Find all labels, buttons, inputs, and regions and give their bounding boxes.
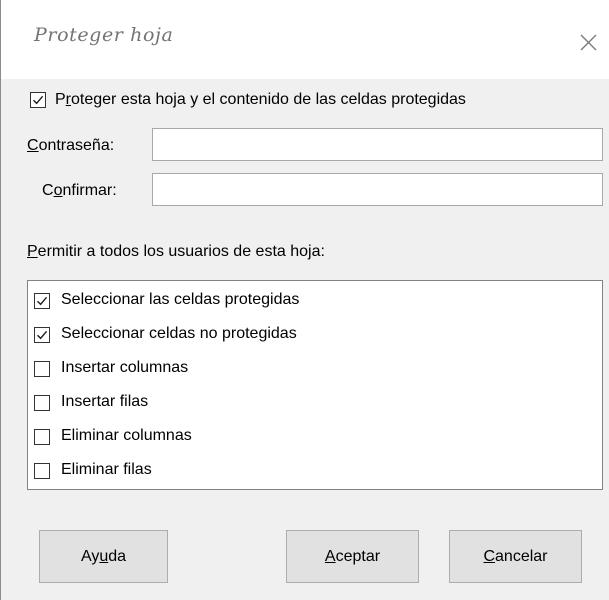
permission-label: Seleccionar las celdas protegidas: [61, 291, 300, 308]
permissions-heading-mnemonic: P: [27, 243, 38, 260]
confirm-label: Confirmar:: [42, 181, 117, 201]
dialog-title: Proteger hoja: [34, 24, 174, 46]
permission-label: Insertar columnas: [61, 359, 189, 376]
help-button-label-rest: da: [108, 548, 127, 565]
help-button[interactable]: Ayuda: [39, 530, 168, 583]
protect-sheet-label-rest: oteger esta hoja y el contenido de las c…: [71, 91, 466, 108]
permission-label: Eliminar filas: [61, 461, 152, 478]
permission-checkbox[interactable]: [34, 293, 50, 309]
ok-button-mnemonic: A: [324, 548, 336, 565]
check-icon: [37, 296, 48, 306]
close-button[interactable]: [572, 26, 602, 56]
close-icon: [580, 34, 597, 51]
list-item[interactable]: Eliminar columnas: [28, 419, 602, 453]
permission-checkbox[interactable]: [34, 361, 50, 377]
password-field[interactable]: [152, 128, 603, 161]
protect-sheet-checkbox[interactable]: [30, 92, 46, 108]
cancel-button[interactable]: Cancelar: [449, 530, 582, 583]
ok-button-label-rest: ceptar: [335, 548, 381, 565]
list-item[interactable]: Insertar filas: [28, 385, 602, 419]
permission-label: Insertar filas: [61, 393, 149, 410]
title-bar: Proteger hoja: [1, 0, 609, 79]
permission-checkbox[interactable]: [34, 429, 50, 445]
protect-sheet-label-part: P: [55, 91, 66, 108]
list-item[interactable]: Insertar columnas: [28, 351, 602, 385]
list-item[interactable]: Seleccionar celdas no protegidas: [28, 317, 602, 351]
list-item[interactable]: Seleccionar las celdas protegidas: [28, 283, 602, 317]
check-icon: [33, 95, 44, 105]
permissions-heading-rest: ermitir a todos los usuarios de esta hoj…: [37, 243, 325, 260]
help-button-mnemonic: u: [99, 548, 109, 565]
check-icon: [37, 330, 48, 340]
password-label: Contraseña:: [27, 136, 114, 156]
protect-sheet-label[interactable]: Proteger esta hoja y el contenido de las…: [55, 90, 466, 110]
cancel-button-label-rest: ancelar: [495, 548, 548, 565]
help-button-label-part: Ay: [80, 548, 100, 565]
permissions-list[interactable]: Seleccionar las celdas protegidas Selecc…: [27, 280, 603, 490]
permission-label: Eliminar columnas: [61, 427, 192, 444]
cancel-button-mnemonic: C: [483, 548, 496, 565]
confirm-label-part: C: [42, 182, 54, 199]
protect-sheet-dialog: Proteger hoja Proteger esta hoja y el co…: [0, 0, 609, 600]
ok-button[interactable]: Aceptar: [286, 530, 419, 583]
list-item[interactable]: Eliminar filas: [28, 453, 602, 487]
password-label-mnemonic: C: [27, 137, 39, 154]
permission-label: Seleccionar celdas no protegidas: [61, 325, 297, 342]
permissions-heading: Permitir a todos los usuarios de esta ho…: [27, 242, 325, 262]
permission-checkbox[interactable]: [34, 327, 50, 343]
permission-checkbox[interactable]: [34, 463, 50, 479]
confirm-label-rest: nfirmar:: [62, 182, 117, 199]
password-label-rest: ontraseña:: [38, 137, 115, 154]
permission-checkbox[interactable]: [34, 395, 50, 411]
confirm-password-field[interactable]: [152, 173, 603, 206]
